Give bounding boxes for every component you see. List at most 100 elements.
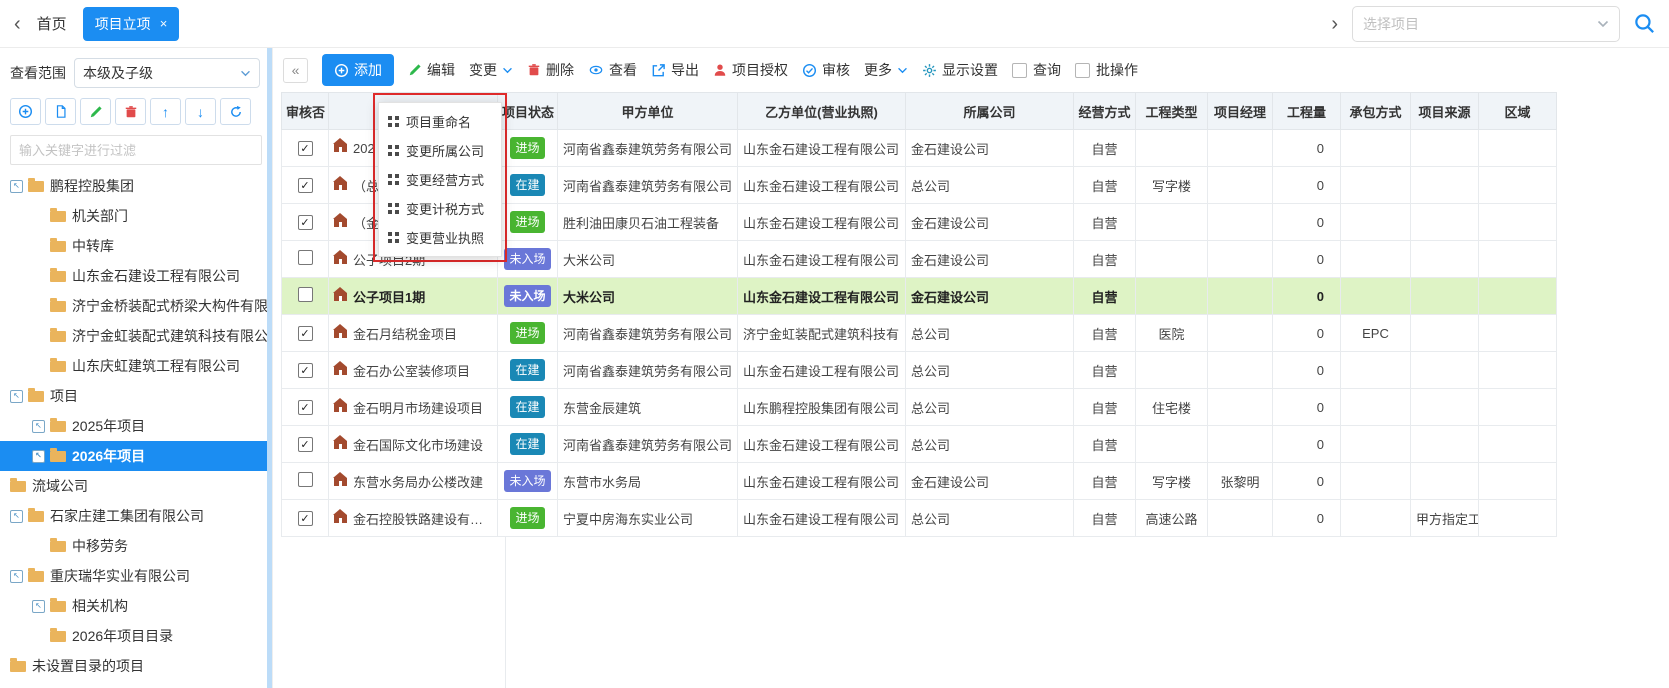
table-row[interactable]: 东营水务局办公楼改建未入场东营市水务局山东金石建设工程有限公司金石建设公司自营写… <box>282 463 1557 500</box>
project-name: 东营水务局办公楼改建 <box>353 475 483 490</box>
tree-item[interactable]: 流域公司 <box>0 471 272 501</box>
checkbox-box[interactable] <box>1012 63 1027 78</box>
column-header[interactable]: 甲方单位 <box>558 93 738 130</box>
expand-icon[interactable]: ↖ <box>10 570 23 583</box>
menu-item-rename-project[interactable]: 项目重命名 <box>379 107 501 136</box>
expand-icon[interactable]: ↖ <box>32 600 45 613</box>
scope-select[interactable]: 本级及子级 <box>74 58 260 88</box>
chevron-down-icon <box>240 70 251 77</box>
project-select[interactable]: 选择项目 <box>1352 6 1620 42</box>
expand-icon[interactable]: ↖ <box>32 450 45 463</box>
column-header[interactable]: 区域 <box>1479 93 1557 130</box>
tree-refresh-button[interactable] <box>220 98 251 125</box>
change-button[interactable]: 变更 <box>469 60 513 80</box>
column-header[interactable]: 工程量 <box>1273 93 1341 130</box>
table-row[interactable]: ✓金石国际文化市场建设在建河南省鑫泰建筑劳务有限公司山东金石建设工程有限公司总公… <box>282 426 1557 463</box>
tree-move-down-button[interactable]: ↓ <box>185 98 216 125</box>
column-header[interactable]: 项目经理 <box>1208 93 1273 130</box>
expand-icon[interactable]: ↖ <box>10 510 23 523</box>
tree-item[interactable]: ↖ 项目 <box>0 381 272 411</box>
row-checkbox[interactable]: ✓ <box>298 178 313 193</box>
tree-item[interactable]: ↖ 济宁金桥装配式桥梁大构件有限 <box>0 291 272 321</box>
row-checkbox[interactable]: ✓ <box>298 215 313 230</box>
tree-item[interactable]: ↖ 山东金石建设工程有限公司 <box>0 261 272 291</box>
sidebar-scrollbar[interactable] <box>267 48 272 688</box>
cell-quantity: 0 <box>1273 204 1341 241</box>
tree-item[interactable]: ↖ 2025年项目 <box>0 411 272 441</box>
audit-button[interactable]: 审核 <box>802 60 850 80</box>
expand-icon[interactable]: ↖ <box>10 180 23 193</box>
tree-item[interactable]: ↖ 重庆瑞华实业有限公司 <box>0 561 272 591</box>
row-checkbox[interactable] <box>298 250 313 265</box>
project-authorize-button[interactable]: 项目授权 <box>713 60 788 80</box>
row-checkbox[interactable]: ✓ <box>298 326 313 341</box>
display-settings-button[interactable]: 显示设置 <box>922 60 998 80</box>
menu-item-change-business-license[interactable]: 变更营业执照 <box>379 223 501 252</box>
tree-move-up-button[interactable]: ↑ <box>150 98 181 125</box>
table-row[interactable]: ✓金石办公室装修项目在建河南省鑫泰建筑劳务有限公司山东金石建设工程有限公司总公司… <box>282 352 1557 389</box>
column-header[interactable]: 经营方式 <box>1074 93 1136 130</box>
menu-item-change-tax-method[interactable]: 变更计税方式 <box>379 194 501 223</box>
tree-item[interactable]: 未设置目录的项目 <box>0 651 272 681</box>
tree-item[interactable]: ↖ 相关机构 <box>0 591 272 621</box>
row-checkbox[interactable]: ✓ <box>298 363 313 378</box>
tree-item[interactable]: ↖ 鹏程控股集团 <box>0 171 272 201</box>
column-header[interactable]: 承包方式 <box>1341 93 1411 130</box>
cell-contract <box>1341 204 1411 241</box>
tree-item[interactable]: ↖ 2026年项目 <box>0 441 272 471</box>
batch-operation-checkbox[interactable]: 批操作 <box>1075 60 1138 80</box>
tree-item[interactable]: ↖ 中移劳务 <box>0 531 272 561</box>
back-chevron-icon[interactable]: ‹ <box>14 14 21 34</box>
column-header[interactable]: 乙方单位(营业执照) <box>738 93 906 130</box>
add-button[interactable]: 添加 <box>322 54 394 86</box>
column-header[interactable]: 审核否 <box>282 93 329 130</box>
menu-item-change-company[interactable]: 变更所属公司 <box>379 136 501 165</box>
row-checkbox[interactable]: ✓ <box>298 141 313 156</box>
home-link[interactable]: 首页 <box>37 13 67 34</box>
export-button[interactable]: 导出 <box>651 60 699 80</box>
table-row[interactable]: ✓金石控股铁路建设有…进场宁夏中房海东实业公司山东金石建设工程有限公司总公司自营… <box>282 500 1557 537</box>
tree-item[interactable]: ↖ 山东庆虹建筑工程有限公司 <box>0 351 272 381</box>
collapse-sidebar-button[interactable]: « <box>283 58 308 83</box>
tree-delete-button[interactable] <box>115 98 146 125</box>
table-row[interactable]: ✓金石明月市场建设项目在建东营金辰建筑山东鹏程控股集团有限公司总公司自营住宅楼0 <box>282 389 1557 426</box>
cell-mode: 自营 <box>1074 352 1136 389</box>
view-button[interactable]: 查看 <box>588 60 637 80</box>
column-header[interactable]: 所属公司 <box>906 93 1074 130</box>
expand-icon[interactable]: ↖ <box>32 420 45 433</box>
tab-project-initiation[interactable]: 项目立项 × <box>83 7 180 41</box>
menu-item-change-operation-mode[interactable]: 变更经营方式 <box>379 165 501 194</box>
query-checkbox[interactable]: 查询 <box>1012 60 1061 80</box>
tree-item[interactable]: ↖ 石家庄建工集团有限公司 <box>0 501 272 531</box>
tree-edit-button[interactable] <box>80 98 111 125</box>
tree-document-button[interactable] <box>45 98 76 125</box>
tab-close-icon[interactable]: × <box>160 16 168 31</box>
row-checkbox[interactable]: ✓ <box>298 437 313 452</box>
tab-label: 项目立项 <box>95 14 151 34</box>
tree-add-button[interactable] <box>10 98 41 125</box>
table-row[interactable]: ✓金石月结税金项目进场河南省鑫泰建筑劳务有限公司济宁金虹装配式建筑科技有总公司自… <box>282 315 1557 352</box>
checkbox-box[interactable] <box>1075 63 1090 78</box>
tree-item[interactable]: ↖ 2026年项目目录 <box>0 621 272 651</box>
row-checkbox[interactable] <box>298 472 313 487</box>
row-checkbox[interactable]: ✓ <box>298 400 313 415</box>
table-row[interactable]: 公子项目1期未入场大米公司山东金石建设工程有限公司金石建设公司自营0 <box>282 278 1557 315</box>
delete-button[interactable]: 删除 <box>527 60 574 80</box>
export-button-label: 导出 <box>671 60 699 80</box>
tree-filter-input[interactable] <box>10 135 262 165</box>
edit-button[interactable]: 编辑 <box>408 60 455 80</box>
row-checkbox[interactable] <box>298 287 313 302</box>
expand-icon[interactable]: ↖ <box>10 390 23 403</box>
search-icon[interactable] <box>1634 13 1655 34</box>
cell-source <box>1411 426 1479 463</box>
cell-party_a: 河南省鑫泰建筑劳务有限公司 <box>558 352 738 389</box>
tree-item[interactable]: ↖ 中转库 <box>0 231 272 261</box>
column-header[interactable]: 项目来源 <box>1411 93 1479 130</box>
tree-item[interactable]: ↖ 济宁金虹装配式建筑科技有限公 <box>0 321 272 351</box>
more-button[interactable]: 更多 <box>864 60 908 80</box>
forward-chevron-icon[interactable]: › <box>1331 14 1338 34</box>
row-checkbox[interactable]: ✓ <box>298 511 313 526</box>
tree-item[interactable]: ↖ 机关部门 <box>0 201 272 231</box>
cell-company: 金石建设公司 <box>906 463 1074 500</box>
column-header[interactable]: 工程类型 <box>1136 93 1208 130</box>
